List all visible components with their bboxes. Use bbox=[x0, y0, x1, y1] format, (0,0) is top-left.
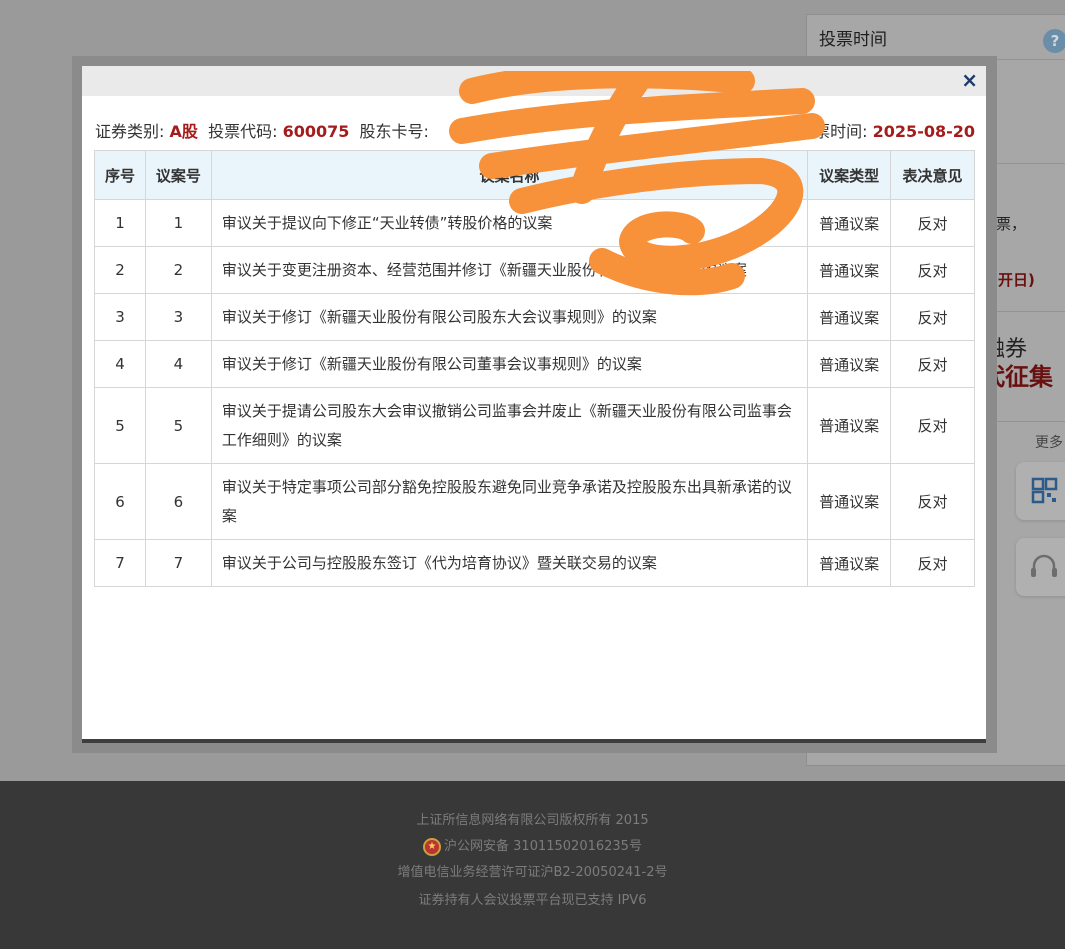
motion-no-cell: 6 bbox=[144, 463, 212, 540]
motion-no-cell: 2 bbox=[144, 246, 212, 294]
help-icon[interactable]: ? bbox=[1043, 29, 1065, 53]
motion-type-cell: 普通议案 bbox=[807, 463, 892, 540]
site-footer: 上证所信息网络有限公司版权所有 2015 ★ 沪公网安备 310115020162… bbox=[0, 781, 1065, 949]
security-info: 证券类别: A股 投票代码: 600075 股东卡号: bbox=[95, 118, 429, 142]
ipv6-text: 证券持有人会议投票平台现已支持 IPV6 bbox=[418, 893, 647, 908]
seq-cell: 5 bbox=[94, 387, 146, 464]
seq-cell: 6 bbox=[94, 463, 146, 540]
motion-type-cell: 普通议案 bbox=[807, 539, 892, 587]
opinion-cell: 反对 bbox=[890, 539, 975, 587]
motion-type-cell: 普通议案 bbox=[807, 387, 892, 464]
seq-cell: 1 bbox=[94, 199, 146, 247]
motion-no-cell: 7 bbox=[144, 539, 212, 587]
motion-title-cell: 审议关于修订《新疆天业股份有限公司董事会议事规则》的议案 bbox=[210, 340, 809, 388]
motion-title-cell: 审议关于提请公司股东大会审议撤销公司监事会并废止《新疆天业股份有限公司监事会工作… bbox=[210, 387, 809, 464]
shareholder-card-label: 股东卡号: bbox=[359, 122, 429, 141]
redaction-scribble bbox=[449, 71, 825, 296]
motion-title-cell: 审议关于特定事项公司部分豁免控股股东避免同业竞争承诺及控股股东出具新承诺的议案 bbox=[210, 463, 809, 540]
table-row: 4 4 审议关于修订《新疆天业股份有限公司董事会议事规则》的议案 普通议案 反对 bbox=[94, 340, 975, 388]
opinion-cell: 反对 bbox=[890, 340, 975, 388]
vote-time-panel-title: 投票时间 bbox=[819, 30, 887, 50]
motion-type-cell: 普通议案 bbox=[807, 340, 892, 388]
motion-title-cell: 审议关于公司与控股股东签订《代为培育协议》暨关联交易的议案 bbox=[210, 539, 809, 587]
security-type-value: A股 bbox=[169, 122, 198, 141]
more-link[interactable]: 更多 bbox=[1035, 432, 1063, 452]
close-icon[interactable]: × bbox=[961, 69, 978, 91]
opinion-cell: 反对 bbox=[890, 199, 975, 247]
column-header-motion-no: 议案号 bbox=[144, 150, 212, 200]
column-header-seq: 序号 bbox=[94, 150, 146, 200]
qr-code-button[interactable] bbox=[1016, 462, 1065, 520]
motion-no-cell: 5 bbox=[144, 387, 212, 464]
license-text[interactable]: 增值电信业务经营许可证沪B2-20050241-2号 bbox=[0, 861, 1065, 880]
vote-code-value: 600075 bbox=[282, 122, 350, 141]
police-record-line: ★ 沪公网安备 31011502016235号 bbox=[0, 835, 1065, 856]
seq-cell: 2 bbox=[94, 246, 146, 294]
copyright-text: 上证所信息网络有限公司版权所有 2015 bbox=[416, 813, 649, 828]
qr-code-icon bbox=[1031, 477, 1058, 504]
seq-cell: 4 bbox=[94, 340, 146, 388]
motion-no-cell: 4 bbox=[144, 340, 212, 388]
seq-cell: 3 bbox=[94, 293, 146, 341]
vote-code-label: 投票代码: bbox=[208, 122, 278, 141]
headset-icon bbox=[1031, 554, 1057, 577]
opinion-cell: 反对 bbox=[890, 293, 975, 341]
column-header-opinion: 表决意见 bbox=[890, 150, 975, 200]
motion-no-cell: 1 bbox=[144, 199, 212, 247]
table-row: 6 6 审议关于特定事项公司部分豁免控股股东避免同业竞争承诺及控股股东出具新承诺… bbox=[94, 463, 975, 540]
table-row: 5 5 审议关于提请公司股东大会审议撤销公司监事会并废止《新疆天业股份有限公司监… bbox=[94, 387, 975, 464]
seq-cell: 7 bbox=[94, 539, 146, 587]
motion-detail-dialog: × 证券类别: A股 投票代码: 600075 股东卡号: 投票时间: 2025… bbox=[82, 66, 986, 743]
customer-service-button[interactable] bbox=[1016, 538, 1065, 596]
opinion-cell: 反对 bbox=[890, 246, 975, 294]
motion-no-cell: 3 bbox=[144, 293, 212, 341]
security-type-label: 证券类别: bbox=[95, 122, 165, 141]
table-row: 7 7 审议关于公司与控股股东签订《代为培育协议》暨关联交易的议案 普通议案 反… bbox=[94, 539, 975, 587]
opinion-cell: 反对 bbox=[890, 387, 975, 464]
police-record-text[interactable]: 沪公网安备 31011502016235号 bbox=[444, 839, 642, 854]
vote-time-value: 2025-08-20 bbox=[872, 122, 975, 141]
opinion-cell: 反对 bbox=[890, 463, 975, 540]
police-badge-icon: ★ bbox=[423, 837, 442, 856]
